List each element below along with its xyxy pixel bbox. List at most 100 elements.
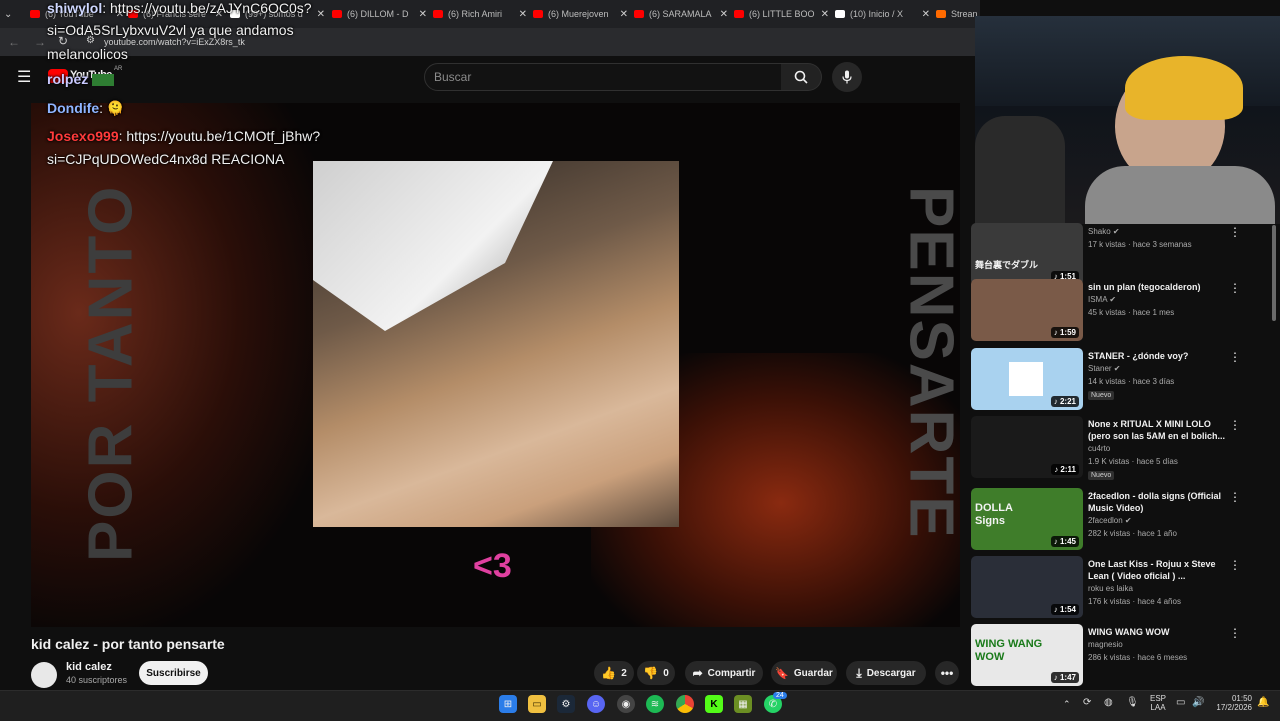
channel-name[interactable]: cu4rto [1088, 444, 1110, 453]
more-actions-button[interactable]: ••• [935, 661, 959, 685]
chat-username: rolpez [47, 71, 89, 87]
network-app-icon[interactable]: ◍ [1104, 697, 1113, 708]
browser-tab[interactable]: (6) Muerejoven ✕ [533, 4, 628, 24]
file-explorer-icon[interactable]: ▭ [528, 695, 546, 713]
channel-name[interactable]: Shako ✔ [1088, 227, 1120, 236]
channel-name[interactable]: roku es laika [1088, 584, 1133, 593]
volume-icon[interactable]: 🔊 [1192, 697, 1204, 708]
video-thumbnail[interactable]: 舞台裏でダブル ♪ 1:51 [971, 223, 1083, 285]
save-button[interactable]: 🔖 Guardar [771, 661, 837, 685]
more-vert-icon[interactable]: ⋮ [1229, 418, 1241, 432]
tab-close-icon[interactable]: ✕ [519, 9, 527, 20]
obs-icon[interactable]: ◉ [617, 695, 635, 713]
video-duration: ♪ 1:47 [1050, 672, 1079, 683]
video-duration: ♪ 1:54 [1050, 604, 1079, 615]
video-title[interactable]: STANER - ¿dónde voy? [1088, 350, 1228, 362]
recommended-video[interactable]: ♪ 2:21 STANER - ¿dónde voy? Staner ✔ 14 k v… [971, 348, 1261, 410]
tab-close-icon[interactable]: ✕ [419, 9, 427, 20]
video-title[interactable]: 2facedlon - dolla signs (Official Music … [1088, 490, 1228, 514]
channel-name[interactable]: Staner ✔ [1088, 364, 1121, 373]
minecraft-icon[interactable]: ▦ [734, 695, 752, 713]
dislike-button[interactable]: 👎 0 [637, 661, 675, 685]
recommended-video[interactable]: 舞台裏でダブル ♪ 1:51 Shako ✔ 17 k vistas · hace 3… [971, 223, 1261, 285]
steam-icon[interactable]: ⚙ [557, 695, 575, 713]
channel-name-text: Staner [1088, 364, 1112, 373]
sync-icon[interactable]: ⟳ [1083, 697, 1091, 708]
like-button[interactable]: 👍 2 [594, 661, 634, 685]
duration-text: 1:45 [1059, 537, 1076, 546]
browser-tab[interactable]: (6) SARAMALA ✕ [634, 4, 728, 24]
video-thumbnail[interactable]: WING WANG WOW ♪ 1:47 [971, 624, 1083, 686]
browser-tab[interactable]: Strean [936, 4, 980, 24]
video-thumbnail[interactable]: ♪ 2:21 [971, 348, 1083, 410]
kick-icon[interactable]: K [705, 695, 723, 713]
spotify-icon[interactable]: ≋ [646, 695, 664, 713]
language-indicator[interactable]: ESP LAA [1150, 694, 1166, 712]
clock[interactable]: 01:50 17/2/2026 [1212, 694, 1252, 712]
more-vert-icon[interactable]: ⋮ [1229, 350, 1241, 364]
microphone-tray-icon[interactable]: 🎙 [1126, 697, 1139, 708]
channel-name[interactable]: magnesio [1088, 640, 1123, 649]
streamer-shirt [1085, 166, 1275, 224]
tab-favicon-icon [634, 10, 644, 18]
more-vert-icon[interactable]: ⋮ [1229, 281, 1241, 295]
video-player[interactable]: POR TANTO PENSARTE <3 [31, 103, 960, 627]
video-thumbnail[interactable]: ♪ 1:54 [971, 556, 1083, 618]
recommended-video[interactable]: ♪ 1:54 One Last Kiss - Rojuu x Steve Lean… [971, 556, 1261, 618]
back-icon[interactable]: ← [8, 35, 20, 49]
channel-name-text: magnesio [1088, 640, 1123, 649]
search-button[interactable] [781, 63, 822, 91]
recommended-video[interactable]: ♪ 1:59 sin un plan (tegocalderon) ISMA ✔ 45… [971, 279, 1261, 341]
video-title[interactable]: None x RITUAL X MINI LOLO (pero son las … [1088, 418, 1228, 442]
search-input[interactable] [424, 63, 782, 91]
tab-close-icon[interactable]: ✕ [922, 9, 930, 20]
browser-tab[interactable]: (6) Rich Amiri ✕ [433, 4, 527, 24]
video-title[interactable]: WING WANG WOW [1088, 626, 1228, 638]
tab-close-icon[interactable]: ✕ [821, 9, 829, 20]
verified-icon: ✔ [1111, 364, 1121, 373]
tray-overflow-icon[interactable]: ⌃ [1063, 699, 1071, 710]
recommended-video[interactable]: WING WANG WOW ♪ 1:47 WING WANG WOW magnesio… [971, 624, 1261, 686]
download-button[interactable]: ⤓ Descargar [846, 661, 926, 685]
new-badge: Nuevo [1088, 471, 1115, 480]
verified-icon: ✔ [1122, 516, 1132, 525]
channel-name[interactable]: kid calez [66, 661, 112, 673]
sidebar-scrollbar[interactable] [1272, 225, 1276, 321]
browser-tab[interactable]: (6) DILLOM - D ✕ [332, 4, 427, 24]
voice-search-button[interactable] [832, 62, 862, 92]
browser-tab[interactable]: (6) LITTLE BOO ✕ [734, 4, 829, 24]
tab-list-button[interactable]: ⌄ [4, 4, 20, 24]
video-thumbnail[interactable]: DOLLA Signs ♪ 1:45 [971, 488, 1083, 550]
video-title[interactable]: One Last Kiss - Rojuu x Steve Lean ( Vid… [1088, 558, 1228, 582]
chrome-icon[interactable] [676, 695, 694, 713]
tab-close-icon[interactable]: ✕ [317, 9, 325, 20]
video-duration: ♪ 2:11 [1051, 464, 1079, 475]
more-vert-icon[interactable]: ⋮ [1229, 626, 1241, 640]
forward-icon[interactable]: → [34, 35, 46, 49]
more-vert-icon[interactable]: ⋮ [1229, 225, 1241, 239]
streamer-beanie [1125, 56, 1243, 120]
video-thumbnail[interactable]: ♪ 2:11 [971, 416, 1083, 478]
channel-avatar[interactable] [31, 662, 57, 688]
tab-close-icon[interactable]: ✕ [620, 9, 628, 20]
notifications-icon[interactable]: 🔔 [1257, 697, 1269, 708]
thumbs-down-icon: 👎 [643, 666, 659, 680]
video-thumbnail[interactable]: ♪ 1:59 [971, 279, 1083, 341]
recommended-video[interactable]: DOLLA Signs ♪ 1:45 2facedlon - dolla signs… [971, 488, 1261, 550]
channel-name[interactable]: ISMA ✔ [1088, 295, 1116, 304]
more-horizontal-icon: ••• [940, 666, 954, 680]
subscribe-button[interactable]: Suscribirse [139, 661, 208, 685]
share-button[interactable]: ➦ Compartir [685, 661, 763, 685]
more-vert-icon[interactable]: ⋮ [1229, 558, 1241, 572]
more-vert-icon[interactable]: ⋮ [1229, 490, 1241, 504]
recommended-video[interactable]: ♪ 2:11 None x RITUAL X MINI LOLO (pero so… [971, 416, 1261, 480]
channel-name[interactable]: 2facedlon ✔ [1088, 516, 1132, 525]
browser-tab[interactable]: (10) Inicio / X ✕ [835, 4, 930, 24]
display-icon[interactable]: ▭ [1176, 697, 1185, 708]
menu-icon[interactable]: ☰ [17, 67, 31, 87]
video-title[interactable]: sin un plan (tegocalderon) [1088, 281, 1228, 293]
tab-close-icon[interactable]: ✕ [720, 9, 728, 20]
thumbnail-square [1009, 362, 1043, 396]
discord-icon[interactable]: ☺ [587, 695, 605, 713]
start-icon[interactable]: ⊞ [499, 695, 517, 713]
